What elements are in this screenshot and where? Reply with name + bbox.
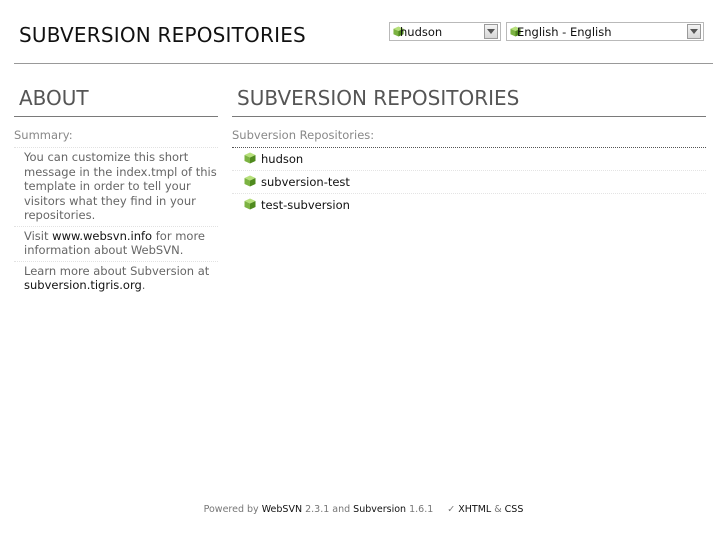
site-title: SUBVERSION REPOSITORIES [19, 23, 306, 47]
websvn-link[interactable]: WebSVN [262, 504, 302, 515]
language-select[interactable]: English - English [506, 22, 704, 41]
green-cube-icon [244, 152, 256, 167]
chevron-down-icon[interactable] [687, 24, 701, 39]
chevron-down-icon[interactable] [484, 24, 498, 39]
page-footer: Powered by WebSVN 2.3.1 and Subversion 1… [203, 504, 524, 515]
green-cube-icon [244, 198, 256, 213]
page-header: SUBVERSION REPOSITORIES hudson English -… [0, 0, 727, 64]
repository-list: hudson subversion-test test-subversion [232, 147, 706, 216]
css-link[interactable]: CSS [505, 504, 524, 515]
subversion-tigris-link[interactable]: subversion.tigris.org [24, 278, 142, 292]
green-cube-icon [244, 175, 256, 190]
repositories-list-label: Subversion Repositories: [232, 128, 375, 142]
header-divider [14, 63, 713, 64]
subversion-link[interactable]: Subversion [353, 504, 406, 515]
repository-link[interactable]: hudson [261, 152, 303, 166]
repository-item: subversion-test [232, 171, 706, 194]
xhtml-link[interactable]: XHTML [458, 504, 491, 515]
summary-label: Summary: [14, 128, 73, 142]
about-visit: Visit www.websvn.info for more informati… [14, 225, 218, 261]
about-sidebar: ABOUT Summary: You can customize this sh… [14, 86, 218, 296]
checkmark-icon: ✓ [447, 504, 456, 515]
repositories-heading: SUBVERSION REPOSITORIES [232, 86, 706, 117]
about-heading: ABOUT [14, 86, 218, 117]
repository-link[interactable]: test-subversion [261, 198, 350, 212]
about-learn: Learn more about Subversion at subversio… [14, 260, 218, 296]
websvn-info-link[interactable]: www.websvn.info [52, 229, 152, 243]
repository-link[interactable]: subversion-test [261, 175, 350, 189]
repository-item: hudson [232, 148, 706, 171]
repositories-panel: SUBVERSION REPOSITORIES Subversion Repos… [232, 86, 706, 216]
about-list: You can customize this short message in … [14, 147, 218, 296]
about-intro: You can customize this short message in … [14, 147, 218, 226]
repository-select-value: hudson [400, 25, 443, 39]
repository-select[interactable]: hudson [389, 22, 501, 41]
repository-item: test-subversion [232, 194, 706, 216]
language-select-value: English - English [517, 25, 612, 39]
